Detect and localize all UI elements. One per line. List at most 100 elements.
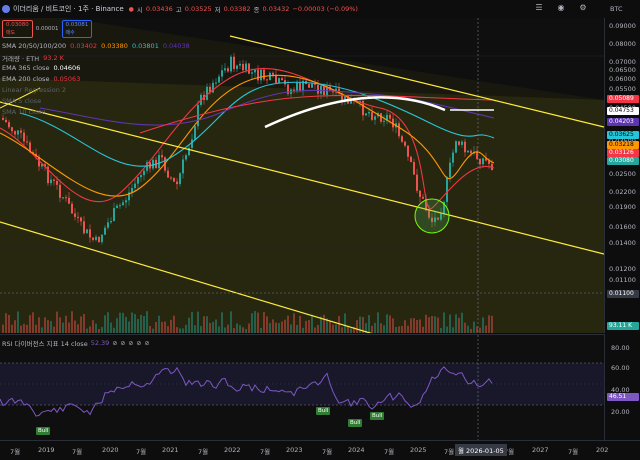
volume-bar — [167, 326, 169, 333]
volume-bar — [437, 317, 439, 333]
time-tick-label: 7월 — [198, 448, 209, 456]
legend-row[interactable]: SMA 5 close — [2, 97, 41, 105]
candle-body — [224, 68, 226, 71]
price-chart-canvas[interactable] — [0, 18, 604, 333]
candle-body — [365, 113, 367, 116]
legend-row[interactable]: SMA 20/50/100/200 0.03402 0.03380 0.03801 0.… — [2, 42, 190, 50]
volume-bar — [488, 315, 490, 333]
eth-coin-icon — [2, 5, 10, 13]
volume-bar — [8, 314, 10, 333]
price-tag: 0.04203 — [607, 118, 639, 126]
source-icon[interactable]: ⊘ — [128, 340, 133, 347]
candle-body — [182, 159, 184, 174]
candle-body — [170, 177, 172, 179]
rsi-chart-canvas[interactable] — [0, 335, 604, 440]
low-label: 저 — [214, 6, 221, 14]
volume-bar — [371, 325, 373, 333]
candle-body — [266, 79, 268, 81]
volume-bar — [479, 327, 481, 333]
rsi-pane[interactable]: RSI 다이버전스 지표 14 close 52.39 ⊘ ⊘ ⊘ ⊘ ⊘ Bu… — [0, 334, 604, 440]
settings-icon[interactable]: ⊘ — [120, 340, 125, 347]
candle-body — [398, 123, 400, 137]
currency-label[interactable]: BTC — [610, 5, 623, 13]
time-tick-label: 2022 — [224, 446, 241, 454]
volume-bar — [344, 313, 346, 333]
volume-bar — [146, 311, 148, 333]
candle-body — [422, 196, 424, 199]
price-tag: 0.04753 — [607, 107, 639, 115]
eye-icon[interactable]: ⊘ — [112, 340, 117, 347]
sell-button[interactable]: 0.03080 매도 — [2, 20, 33, 38]
time-tick-label: 2021 — [162, 446, 179, 454]
time-axis[interactable]: 7월 2019 7월 2020 7월 2021 7월 2022 7월 2023 7월 2024 7월 20… — [0, 440, 640, 460]
volume-bar — [302, 327, 304, 333]
price-tick-label: 0.01100 — [609, 276, 636, 284]
candle-body — [131, 187, 133, 193]
legend-value: 0.03801 — [131, 42, 159, 50]
candle-body — [416, 174, 418, 191]
legend-row[interactable]: Linear Regression 2 — [2, 86, 66, 94]
volume-bar — [467, 325, 469, 333]
volume-bar — [335, 324, 337, 333]
candle-body — [140, 175, 142, 178]
volume-bar — [95, 323, 97, 333]
volume-bar — [410, 318, 412, 333]
main-chart-pane[interactable]: 0.03080 매도 0.00001 0.03081 매수 SMA 20/50/… — [0, 18, 604, 333]
price-tick-label: 0.02200 — [609, 188, 636, 196]
volume-bar — [368, 315, 370, 333]
volume-bar — [104, 315, 106, 333]
legend-row[interactable]: SMA 10 close — [2, 108, 45, 116]
candle-body — [143, 170, 145, 176]
volume-bar — [155, 321, 157, 333]
volume-bar — [38, 317, 40, 333]
camera-icon[interactable]: ◉ — [556, 3, 566, 13]
volume-bar — [140, 314, 142, 333]
legend-value: 0.05063 — [53, 75, 81, 83]
candle-body — [479, 158, 481, 165]
volume-bar — [389, 315, 391, 333]
up-icon: ● — [128, 5, 134, 13]
volume-bar — [44, 317, 46, 333]
price-tag: 93.11 K — [607, 322, 639, 330]
price-tag: 0.03218 — [607, 141, 639, 149]
legend-row[interactable]: EMA 200 close 0.05063 — [2, 75, 80, 83]
price-tick-label: 0.09000 — [609, 22, 636, 30]
volume-bar — [242, 327, 244, 333]
list-icon[interactable]: ☰ — [534, 3, 544, 13]
price-tick-label: 0.06500 — [609, 66, 636, 74]
buy-button[interactable]: 0.03081 매수 — [61, 20, 93, 38]
symbol-title[interactable]: 이더리움 / 비트코인 · 1주 · Binance — [13, 4, 124, 14]
rsi-axis[interactable]: 80.00 60.00 40.00 20.00 46.51 — [604, 334, 640, 440]
candle-body — [107, 222, 109, 228]
legend-row[interactable]: EMA 365 close 0.04606 — [2, 64, 80, 72]
volume-bar — [89, 326, 91, 333]
candle-body — [119, 205, 121, 207]
volume-bar — [275, 322, 277, 333]
candle-body — [371, 112, 373, 120]
legend-name: SMA 20/50/100/200 — [2, 42, 67, 50]
candle-body — [458, 141, 460, 145]
candle-body — [179, 173, 181, 185]
candle-body — [269, 72, 271, 80]
candle-body — [59, 184, 61, 198]
candle-body — [152, 159, 154, 169]
candle-body — [65, 197, 67, 199]
price-tag: 0.03080 — [607, 157, 639, 165]
candle-body — [173, 177, 175, 182]
candle-body — [53, 179, 55, 181]
candle-body — [92, 237, 94, 240]
volume-bar — [176, 327, 178, 333]
volume-bar — [269, 323, 271, 333]
volume-bar — [134, 314, 136, 333]
volume-bar — [341, 327, 343, 333]
candle-body — [389, 114, 391, 119]
volume-bar — [404, 320, 406, 333]
more-icon[interactable]: ⊘ — [144, 340, 149, 347]
price-axis[interactable]: 0.09000 0.08000 0.07000 0.06500 0.06000 0.055… — [604, 18, 640, 333]
candle-body — [89, 229, 91, 238]
gear-icon[interactable]: ⚙ — [578, 3, 588, 13]
candle-body — [218, 76, 220, 83]
legend-name: Linear Regression 2 — [2, 86, 67, 94]
delete-icon[interactable]: ⊘ — [136, 340, 141, 347]
legend-row[interactable]: 거래량 · ETH 93.2 K — [2, 53, 64, 63]
